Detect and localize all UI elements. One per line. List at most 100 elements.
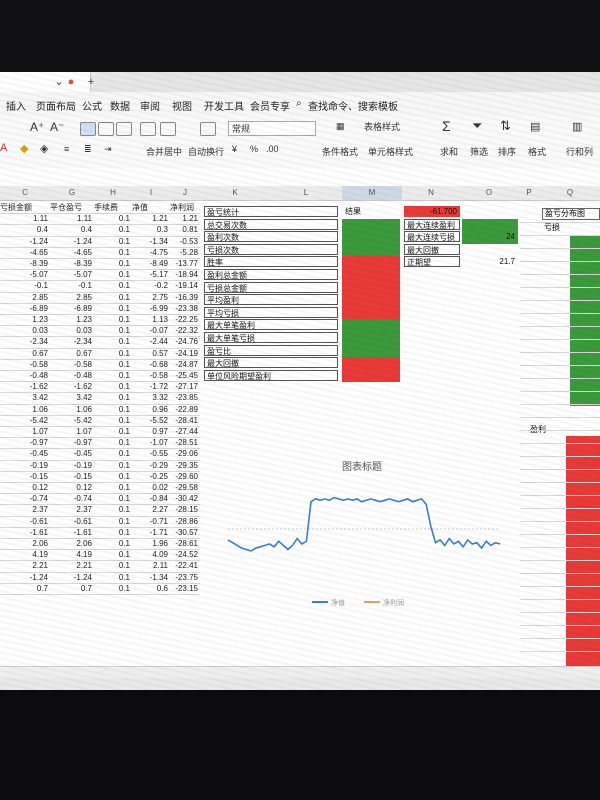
merge-center-button[interactable]: 合并居中 (146, 145, 182, 158)
table-cell[interactable]: 0.81 (170, 224, 198, 235)
table-cell[interactable]: -27.44 (170, 426, 198, 437)
stats-value[interactable]: 21.7 (462, 256, 518, 269)
summary-label[interactable]: 平均亏损 (204, 306, 338, 318)
table-cell[interactable]: -29.06 (170, 448, 198, 459)
table-cell[interactable]: 0.1 (94, 560, 130, 571)
summary-label[interactable]: 最大回撤 (204, 357, 338, 369)
format-button[interactable]: 格式 (528, 145, 546, 158)
summary-value[interactable] (342, 231, 400, 244)
table-cell[interactable]: -0.58 (132, 370, 168, 381)
table-cell[interactable]: -1.24 (0, 236, 48, 247)
font-increase-icon[interactable]: A⁺ (30, 120, 44, 134)
table-cell[interactable]: -0.1 (0, 280, 48, 291)
summary-value[interactable] (342, 281, 400, 295)
table-cell[interactable]: -23.15 (170, 583, 198, 594)
table-cell[interactable]: -16.39 (170, 292, 198, 303)
format-icon[interactable]: ▤ (530, 120, 540, 133)
table-cell[interactable]: -2.34 (0, 336, 48, 347)
summary-value[interactable] (342, 294, 400, 307)
col-header-n[interactable]: N (402, 186, 461, 201)
table-cell[interactable]: -28.15 (170, 504, 198, 515)
align-center-icon[interactable] (98, 122, 114, 136)
table-cell[interactable]: -1.72 (132, 381, 168, 392)
table-cell[interactable]: -0.25 (132, 471, 168, 482)
table-cell[interactable]: 0.12 (50, 482, 92, 493)
table-cell[interactable]: 1.21 (170, 213, 198, 224)
table-cell[interactable]: -29.58 (170, 482, 198, 493)
table-cell[interactable]: 0.1 (94, 258, 130, 269)
table-cell[interactable]: 0.1 (94, 392, 130, 403)
menu-view[interactable]: 视图 (172, 98, 192, 113)
table-cell[interactable]: -0.71 (132, 516, 168, 527)
table-cell[interactable]: 0.7 (50, 583, 92, 594)
col-header-j[interactable]: J (170, 186, 201, 201)
align-justify-icon[interactable]: ≣ (84, 144, 92, 155)
table-cell[interactable]: -1.34 (132, 236, 168, 247)
menu-member[interactable]: 会员专享 (250, 98, 290, 113)
col-header-q[interactable]: Q (540, 186, 600, 201)
table-cell[interactable]: 3.42 (50, 392, 92, 403)
table-cell[interactable]: -1.34 (132, 572, 168, 583)
table-cell[interactable]: -6.89 (0, 303, 48, 314)
table-cell[interactable]: 0.1 (94, 471, 130, 482)
summary-value[interactable] (342, 243, 400, 257)
table-cell[interactable]: 0.1 (94, 583, 130, 594)
font-color-icon[interactable]: A (0, 142, 7, 154)
table-cell[interactable]: -8.49 (132, 258, 168, 269)
summary-header-value[interactable]: 结果 (342, 206, 400, 217)
table-cell[interactable]: 0.1 (94, 213, 130, 224)
table-cell[interactable]: 0.1 (94, 426, 130, 437)
col-header-o[interactable]: O (460, 186, 519, 201)
table-cell[interactable]: -1.62 (50, 381, 92, 392)
table-cell[interactable]: 0.03 (0, 325, 48, 336)
summary-value[interactable] (342, 332, 400, 345)
table-cell[interactable]: 0.67 (50, 348, 92, 359)
table-cell[interactable]: -0.29 (132, 460, 168, 471)
col-header-i[interactable]: I (132, 186, 171, 201)
percent-button[interactable]: % (250, 144, 258, 154)
table-cell[interactable]: 3.42 (0, 392, 48, 403)
col-header-p[interactable]: P (518, 186, 541, 201)
stats-label[interactable]: 正期望 (404, 256, 460, 268)
table-cell[interactable]: 0.4 (0, 224, 48, 235)
table-cell[interactable]: -2.34 (50, 336, 92, 347)
table-cell[interactable]: 0.1 (94, 348, 130, 359)
table-cell[interactable]: 0.1 (94, 437, 130, 448)
table-cell[interactable]: -0.45 (0, 448, 48, 459)
table-cell[interactable]: 2.11 (132, 560, 168, 571)
summary-label[interactable]: 单位风险期望盈利 (204, 369, 338, 381)
table-cell[interactable]: 2.37 (0, 504, 48, 515)
table-cell[interactable]: -24.52 (170, 549, 198, 560)
table-cell[interactable]: -0.61 (0, 516, 48, 527)
table-cell[interactable]: 1.13 (132, 314, 168, 325)
stats-header-value[interactable]: -61.700 (404, 206, 460, 217)
table-cell[interactable]: -13.77 (170, 258, 198, 269)
menu-formula[interactable]: 公式 (82, 98, 102, 113)
table-cell[interactable]: 0.1 (94, 404, 130, 415)
filter-button[interactable]: 筛选 (470, 145, 488, 158)
table-cell[interactable]: 0.1 (94, 314, 130, 325)
table-cell[interactable]: 1.23 (50, 314, 92, 325)
table-cell[interactable]: -0.19 (0, 460, 48, 471)
table-cell[interactable]: 1.07 (0, 426, 48, 437)
table-cell[interactable]: 0.7 (0, 583, 48, 594)
summary-label[interactable]: 胜率 (204, 256, 338, 268)
formula-bar[interactable] (0, 168, 600, 187)
table-cell[interactable]: 1.11 (0, 213, 48, 224)
menu-review[interactable]: 审阅 (140, 98, 160, 113)
table-header-cell[interactable]: 手续费 (94, 202, 130, 213)
table-cell[interactable]: 0.1 (94, 236, 130, 247)
table-cell[interactable]: 2.85 (50, 292, 92, 303)
decimal-icon[interactable]: .00 (266, 144, 279, 154)
table-cell[interactable]: -18.94 (170, 269, 198, 280)
table-cell[interactable]: 1.21 (132, 213, 168, 224)
table-cell[interactable]: -6.89 (50, 303, 92, 314)
table-style-button[interactable]: 表格样式 (364, 120, 400, 133)
table-cell[interactable]: 0.1 (94, 292, 130, 303)
table-cell[interactable]: -0.74 (50, 493, 92, 504)
table-cell[interactable]: 2.85 (0, 292, 48, 303)
summary-label[interactable]: 盈利次数 (204, 231, 338, 243)
table-cell[interactable]: 0.12 (0, 482, 48, 493)
table-cell[interactable]: -0.53 (170, 236, 198, 247)
table-cell[interactable]: -23.85 (170, 392, 198, 403)
